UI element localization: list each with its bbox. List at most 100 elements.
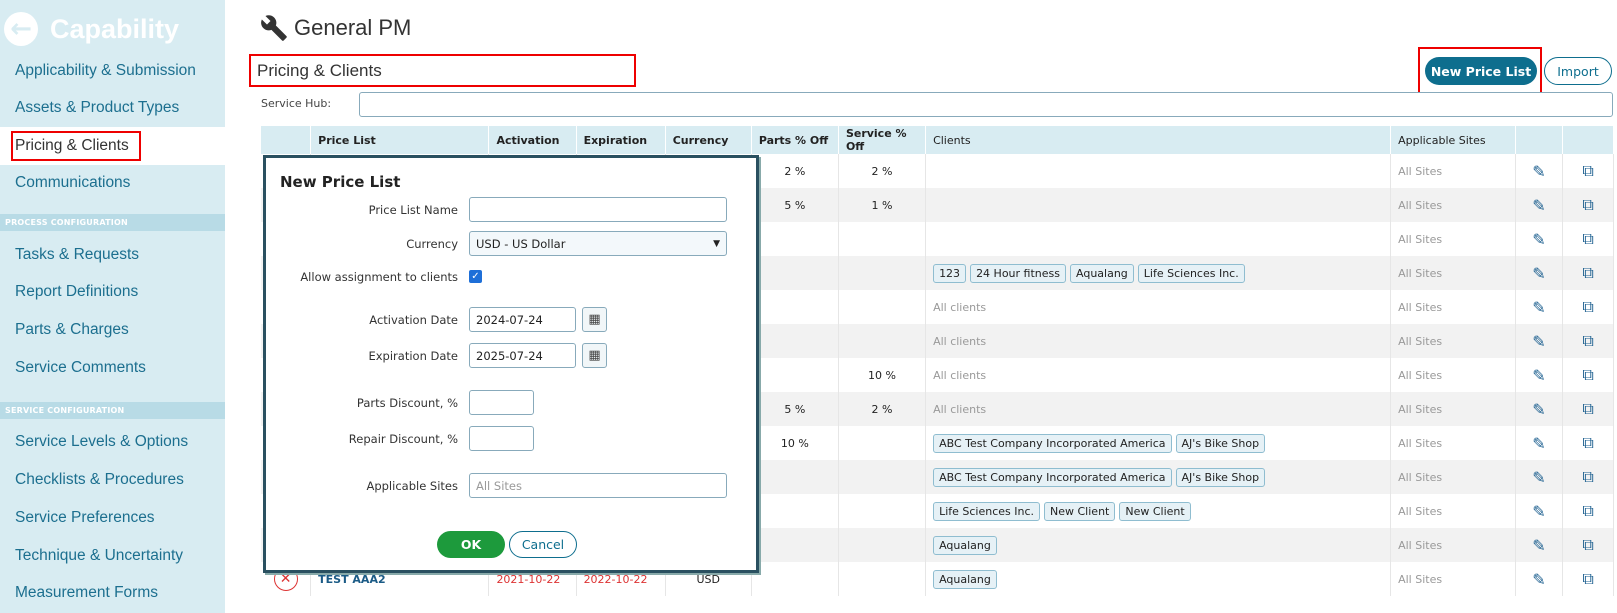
sidebar-item-label: Applicability & Submission: [15, 62, 196, 79]
service-off-cell: 10 %: [838, 358, 927, 392]
repair-discount-row: Repair Discount, %: [266, 426, 756, 452]
column-header[interactable]: Service % Off: [838, 126, 927, 154]
currency-select[interactable]: USD - US Dollar ▼: [469, 231, 727, 256]
edit-icon[interactable]: ✎: [1532, 434, 1545, 453]
edit-cell: ✎: [1515, 392, 1564, 426]
column-header[interactable]: Currency: [665, 126, 752, 154]
cancel-button[interactable]: Cancel: [509, 531, 577, 558]
edit-cell: ✎: [1515, 494, 1564, 528]
edit-icon[interactable]: ✎: [1532, 162, 1545, 181]
edit-icon[interactable]: ✎: [1532, 298, 1545, 317]
copy-icon[interactable]: ⧉: [1582, 331, 1593, 350]
sidebar-item-comments[interactable]: Service Comments: [0, 349, 225, 387]
applicable-sites-row: Applicable Sites All Sites: [266, 473, 756, 499]
currency-value: USD - US Dollar: [476, 236, 566, 251]
copy-icon[interactable]: ⧉: [1582, 161, 1593, 180]
copy-icon[interactable]: ⧉: [1582, 535, 1593, 554]
copy-icon[interactable]: ⧉: [1582, 569, 1593, 588]
price-list-name-input[interactable]: [469, 197, 727, 222]
column-header[interactable]: Activation: [488, 126, 577, 154]
sidebar-item-pricing[interactable]: Pricing & Clients: [0, 127, 225, 165]
edit-icon[interactable]: ✎: [1532, 502, 1545, 521]
copy-icon[interactable]: ⧉: [1582, 399, 1593, 418]
parts-off-cell: [751, 358, 839, 392]
edit-icon[interactable]: ✎: [1532, 468, 1545, 487]
wrench-icon: [261, 15, 287, 41]
clients-cell: ABC Test Company Incorporated America AJ'…: [925, 426, 1392, 460]
copy-cell: ⧉: [1562, 290, 1614, 324]
applicable-sites-input[interactable]: All Sites: [469, 473, 727, 498]
applicable-sites-cell: All Sites: [1390, 188, 1516, 222]
sidebar-item-assets[interactable]: Assets & Product Types: [0, 89, 225, 127]
price-list-name-label: Price List Name: [368, 203, 458, 217]
column-header[interactable]: Applicable Sites: [1390, 126, 1516, 154]
service-off-cell: 2 %: [838, 154, 927, 188]
import-button[interactable]: Import: [1544, 57, 1612, 85]
sidebar-item-label: Pricing & Clients: [11, 131, 141, 161]
price-list-name-row: Price List Name: [266, 197, 756, 223]
service-hub-input[interactable]: [359, 92, 1613, 117]
section-title: Pricing & Clients: [249, 54, 636, 87]
client-chip: AJ's Bike Shop: [1175, 467, 1266, 487]
sidebar-item-checklists[interactable]: Checklists & Procedures: [0, 461, 225, 499]
copy-cell: ⧉: [1562, 188, 1614, 222]
parts-discount-label: Parts Discount, %: [356, 396, 458, 410]
edit-icon[interactable]: ✎: [1532, 366, 1545, 385]
expiration-date-input[interactable]: 2025-07-24: [469, 343, 576, 368]
sidebar-item-label: Service Levels & Options: [15, 433, 189, 450]
applicable-sites-cell: All Sites: [1390, 562, 1516, 596]
column-header[interactable]: Clients: [925, 126, 1392, 154]
allow-assignment-label: Allow assignment to clients: [300, 270, 458, 284]
edit-icon[interactable]: ✎: [1532, 400, 1545, 419]
sidebar-item-communications[interactable]: Communications: [0, 164, 225, 202]
edit-icon[interactable]: ✎: [1532, 264, 1545, 283]
clients-cell: All clients: [925, 392, 1392, 426]
calendar-icon[interactable]: ▦: [582, 343, 607, 368]
edit-icon[interactable]: ✎: [1532, 230, 1545, 249]
sidebar-item-reports[interactable]: Report Definitions: [0, 273, 225, 311]
clients-cell: Life Sciences Inc. New Client New Client: [925, 494, 1392, 528]
activation-label: Activation Date: [369, 313, 458, 327]
edit-icon[interactable]: ✎: [1532, 570, 1545, 589]
edit-cell: ✎: [1515, 562, 1564, 596]
sidebar-item-preferences[interactable]: Service Preferences: [0, 499, 225, 537]
ok-button[interactable]: OK: [437, 531, 505, 558]
column-header[interactable]: Expiration: [576, 126, 666, 154]
new-price-list-button[interactable]: New Price List: [1425, 57, 1537, 85]
sidebar-item-applicability[interactable]: Applicability & Submission: [0, 52, 225, 90]
sidebar-item-measurement[interactable]: Measurement Forms: [0, 574, 225, 612]
chevron-down-icon: ▼: [713, 238, 720, 249]
column-header[interactable]: Price List: [310, 126, 490, 154]
calendar-icon[interactable]: ▦: [582, 307, 607, 332]
parts-off-cell: [751, 528, 839, 562]
sidebar-item-service-levels[interactable]: Service Levels & Options: [0, 423, 225, 461]
edit-icon[interactable]: ✎: [1532, 332, 1545, 351]
sidebar-item-technique[interactable]: Technique & Uncertainty: [0, 537, 225, 575]
copy-icon[interactable]: ⧉: [1582, 433, 1593, 452]
edit-icon[interactable]: ✎: [1532, 536, 1545, 555]
copy-icon[interactable]: ⧉: [1582, 229, 1593, 248]
sidebar-item-tasks[interactable]: Tasks & Requests: [0, 236, 225, 274]
copy-icon[interactable]: ⧉: [1582, 365, 1593, 384]
sidebar-item-label: Report Definitions: [15, 283, 139, 300]
copy-icon[interactable]: ⧉: [1582, 263, 1593, 282]
sidebar-item-label: Service Preferences: [15, 509, 155, 526]
sidebar-item-label: Tasks & Requests: [15, 246, 140, 263]
copy-icon[interactable]: ⧉: [1582, 297, 1593, 316]
clients-cell: [925, 188, 1392, 222]
repair-discount-input[interactable]: [469, 426, 534, 451]
parts-off-cell: 5 %: [751, 188, 839, 222]
parts-discount-input[interactable]: [469, 390, 534, 415]
arrow-left-icon[interactable]: ←: [4, 12, 38, 46]
copy-icon[interactable]: ⧉: [1582, 467, 1593, 486]
activation-date-input[interactable]: 2024-07-24: [469, 307, 576, 332]
copy-icon[interactable]: ⧉: [1582, 195, 1593, 214]
column-header[interactable]: Parts % Off: [751, 126, 839, 154]
client-chip: New Client: [1044, 501, 1116, 521]
allow-assignment-checkbox[interactable]: ✓: [469, 270, 482, 283]
client-chip: 24 Hour fitness: [970, 263, 1066, 283]
sidebar-item-parts[interactable]: Parts & Charges: [0, 311, 225, 349]
copy-icon[interactable]: ⧉: [1582, 501, 1593, 520]
edit-icon[interactable]: ✎: [1532, 196, 1545, 215]
table-header-row: Price List Activation Expiration Currenc…: [261, 126, 1614, 154]
